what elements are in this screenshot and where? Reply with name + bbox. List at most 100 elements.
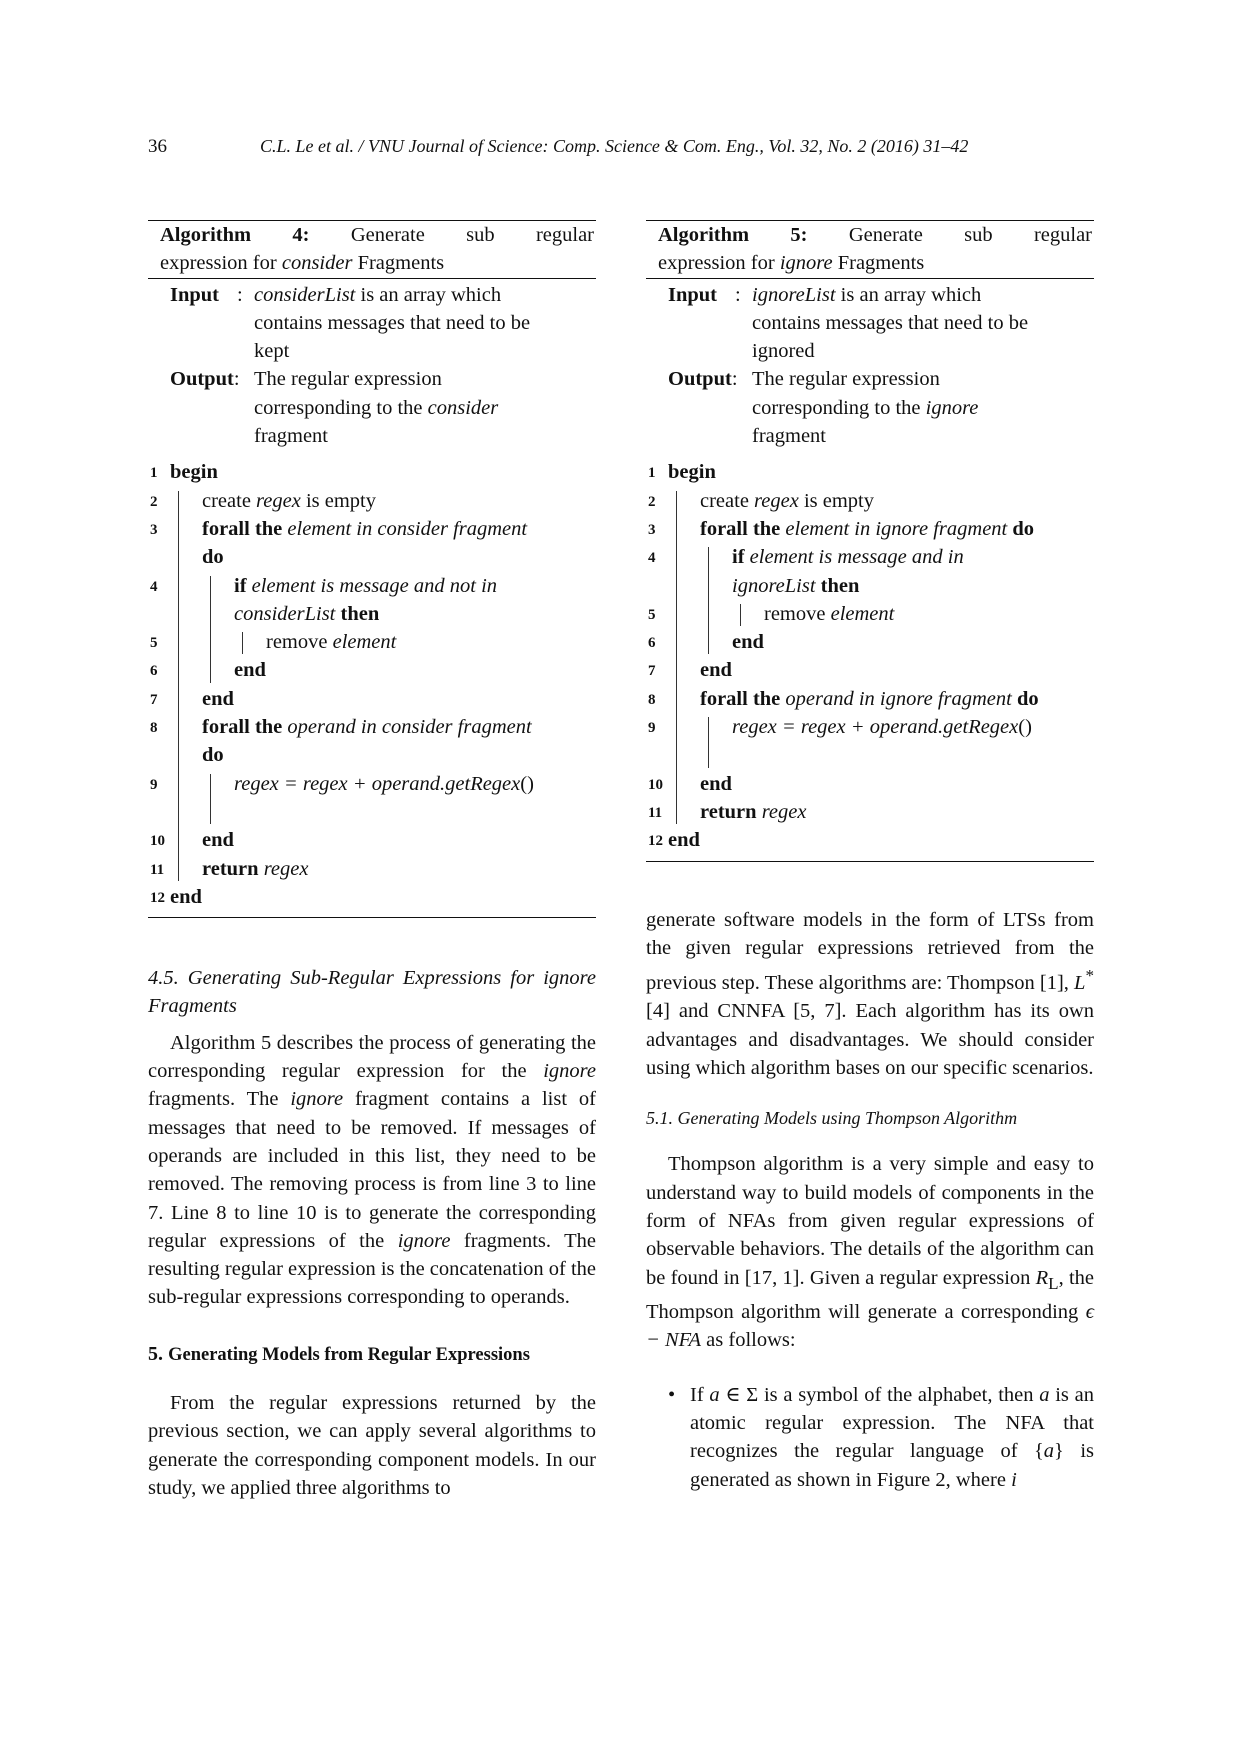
line-number: 5 bbox=[150, 635, 158, 652]
input-text: contains messages that need to be bbox=[254, 311, 531, 334]
title-word: regular bbox=[535, 224, 594, 246]
algorithm-line: 10 end bbox=[646, 770, 1094, 798]
title-italic: ignore bbox=[779, 252, 833, 275]
page-number: 36 bbox=[148, 136, 167, 157]
code-text: create bbox=[700, 489, 755, 512]
algorithm-line: ignoreList then bbox=[646, 572, 1094, 600]
line-code: return regex bbox=[170, 855, 308, 883]
algorithm-line: 4 if element is message and in bbox=[646, 543, 1094, 571]
italic-run: ignore bbox=[397, 1229, 451, 1252]
algorithm-line: 6 end bbox=[646, 628, 1094, 656]
title-word: sub bbox=[964, 224, 993, 246]
algorithm-line: 9 regex = regex + operand.getRegex() bbox=[148, 770, 596, 798]
code-italic: operand in consider fragment bbox=[282, 716, 532, 739]
line-code: regex = regex + operand.getRegex() bbox=[170, 770, 534, 798]
line-code: if element is message and in bbox=[668, 543, 964, 571]
title-text: expression for bbox=[160, 252, 282, 275]
input-text: is an array which bbox=[835, 283, 982, 306]
keyword: forall the bbox=[202, 517, 283, 540]
line-code: end bbox=[170, 656, 266, 684]
keyword: if bbox=[732, 546, 745, 569]
code-text: remove bbox=[266, 631, 333, 654]
line-number: 4 bbox=[150, 578, 158, 595]
input-text: kept bbox=[254, 340, 290, 363]
algorithm-line: do bbox=[148, 543, 596, 571]
text-run: Thompson algorithm is a very simple and … bbox=[646, 1153, 1094, 1289]
algorithm-line: 10 end bbox=[148, 826, 596, 854]
keyword: begin bbox=[668, 461, 716, 484]
text-run: as follows: bbox=[701, 1329, 796, 1352]
line-number: 3 bbox=[150, 521, 158, 538]
keyword: end bbox=[732, 631, 764, 654]
algorithm-line: 5 remove element bbox=[148, 628, 596, 656]
algorithm-5: Algorithm 5: Generate sub regular expres… bbox=[646, 220, 1094, 862]
code-italic: considerList bbox=[234, 602, 336, 625]
output-sep: : bbox=[233, 368, 240, 391]
italic-run: a bbox=[1043, 1440, 1055, 1463]
line-number: 2 bbox=[648, 493, 656, 510]
keyword: do bbox=[1007, 517, 1035, 540]
text-run: If bbox=[690, 1383, 710, 1406]
line-number bbox=[148, 600, 170, 628]
keyword: end bbox=[202, 687, 234, 710]
line-code: begin bbox=[668, 458, 716, 486]
title-text: Fragments bbox=[832, 252, 925, 275]
code-italic: element is message and in bbox=[744, 546, 964, 569]
line-code: remove element bbox=[170, 628, 396, 656]
italic-run: R bbox=[1035, 1266, 1049, 1289]
line-number: 8 bbox=[648, 691, 656, 708]
code-text: create bbox=[202, 489, 257, 512]
left-column: Algorithm 4: Generate sub regular expres… bbox=[148, 218, 596, 1502]
line-code: create regex is empty bbox=[170, 487, 376, 515]
bullet-list: If a ∈ Σ is a symbol of the alphabet, th… bbox=[646, 1381, 1094, 1494]
text-run: ∈ Σ is a symbol of the alphabet, then bbox=[719, 1383, 1040, 1406]
line-number bbox=[148, 798, 170, 826]
code-italic: element in consider fragment bbox=[282, 517, 528, 540]
section-4-5-paragraph: Algorithm 5 describes the process of gen… bbox=[148, 1029, 596, 1312]
line-number: 4 bbox=[648, 550, 656, 567]
code-italic: element in ignore fragment bbox=[780, 517, 1008, 540]
algorithm-line: 6 end bbox=[148, 656, 596, 684]
keyword: end bbox=[700, 659, 732, 682]
input-text: contains messages that need to be bbox=[752, 311, 1029, 334]
section-5-heading: 5. Generating Models from Regular Expres… bbox=[148, 1342, 530, 1365]
code-text: remove bbox=[764, 602, 831, 625]
line-code: remove element bbox=[668, 600, 894, 628]
algorithm-line: 8 forall the operand in ignore fragment d… bbox=[646, 685, 1094, 713]
code-italic: operand in ignore fragment bbox=[780, 687, 1012, 710]
algorithm-line: 1 begin bbox=[646, 458, 1094, 486]
algorithm-4-lines: 1 begin 2 create regex is empty 3 forall the … bbox=[148, 458, 596, 911]
algorithm-line: 8 forall the operand in consider fragment bbox=[148, 713, 596, 741]
code-italic: regex = regex + operand.getRegex bbox=[234, 772, 521, 795]
output-label: Output: bbox=[170, 365, 254, 450]
keyword: end bbox=[700, 772, 732, 795]
line-number bbox=[646, 741, 668, 769]
line-code: ignoreList then bbox=[668, 572, 859, 600]
text-run: fragments. The bbox=[148, 1088, 291, 1111]
output-italic: ignore bbox=[925, 396, 979, 419]
line-number: 12 bbox=[648, 833, 663, 850]
code-italic: regex bbox=[258, 857, 309, 880]
line-number: 10 bbox=[648, 776, 663, 793]
keyword: begin bbox=[170, 461, 218, 484]
line-code: end bbox=[668, 826, 700, 854]
line-number bbox=[148, 543, 170, 571]
algorithm-label: Algorithm 4: bbox=[160, 224, 310, 246]
algorithm-5-title: Algorithm 5: Generate sub regular expres… bbox=[646, 221, 1094, 278]
algorithm-line: 12 end bbox=[646, 826, 1094, 854]
output-text: corresponding to the bbox=[752, 396, 926, 419]
algorithm-line: 4 if element is message and not in bbox=[148, 572, 596, 600]
keyword: forall the bbox=[202, 716, 283, 739]
keyword: return bbox=[202, 857, 259, 880]
line-number: 11 bbox=[150, 861, 165, 878]
algorithm-line: 7 end bbox=[646, 656, 1094, 684]
line-code: end bbox=[668, 628, 764, 656]
output-sep: : bbox=[731, 368, 738, 391]
code-italic: element bbox=[332, 631, 397, 654]
line-code: end bbox=[170, 685, 234, 713]
input-sep: : bbox=[735, 283, 741, 306]
input-label-text: Input bbox=[170, 283, 220, 306]
line-number: 3 bbox=[648, 521, 656, 538]
line-number: 6 bbox=[150, 663, 158, 680]
